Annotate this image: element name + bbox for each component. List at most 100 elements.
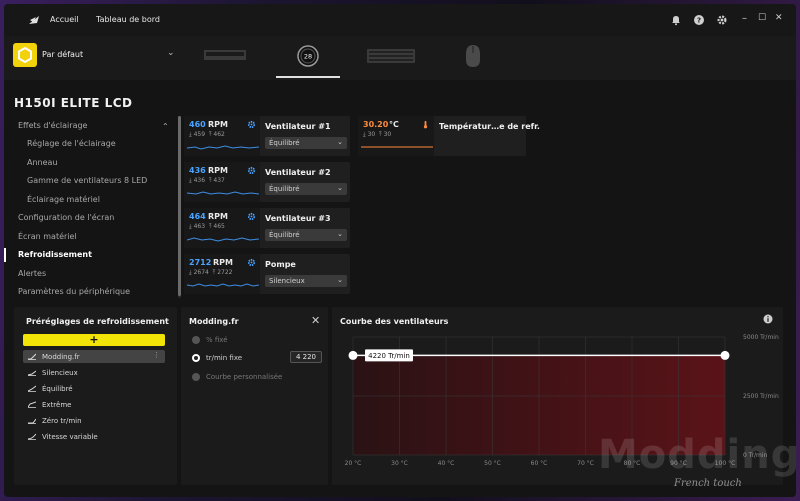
sidebar-scrollbar-thumb[interactable] [178,116,181,296]
preset-item[interactable]: Zéro tr/min [23,414,165,427]
profile-name[interactable]: Par défaut [42,50,83,59]
svg-text:?: ? [697,17,701,25]
preset-label: Modding.fr [42,353,80,361]
chevron-down-icon: ⌄ [337,230,343,238]
fan-card[interactable]: 460 RPM ⤓ 459 ⤒ 462 Ventilateur #1 Équil… [184,116,350,156]
preset-item[interactable]: Équilibré [23,382,165,395]
fan-rpm-value: 436 [189,166,206,175]
sidebar-item-hardware-lighting[interactable]: Éclairage matériel [27,195,100,204]
chevron-up-icon[interactable]: ⌃ [162,122,169,131]
preset-item[interactable]: Extrême [23,398,165,411]
sidebar-item-lighting-setup[interactable]: Réglage de l'éclairage [27,139,116,148]
app-window: Accueil Tableau de bord ? – ☐ ✕ Par défa… [4,4,796,497]
option-label: tr/min fixe [206,354,243,362]
pump-card[interactable]: 2712 RPM ⤓ 2674 ⤒ 2722 Pompe Silencieux ⌄ [184,254,350,294]
close-icon[interactable]: ✕ [311,314,320,327]
maximize-button[interactable]: ☐ [758,13,766,23]
fan-min-max: ⤓ 463 ⤒ 465 [189,223,225,230]
fan-mode-select[interactable]: Équilibré ⌄ [265,137,347,149]
more-options-icon[interactable]: ⋮ [153,351,160,359]
curve-point-end [720,350,730,360]
temperature-unit: °C [389,120,399,129]
radio-button[interactable] [192,336,200,344]
fan-rpm-value: 464 [189,212,206,221]
fan-name: Ventilateur #1 [265,122,331,131]
close-button[interactable]: ✕ [775,13,783,23]
x-tick-label: 70 °C [577,460,594,467]
bell-icon[interactable] [670,14,682,26]
sidebar-item-cooling[interactable]: Refroidissement [18,250,92,259]
info-icon[interactable] [763,314,773,324]
fan-rpm-unit: RPM [208,120,228,129]
gear-icon[interactable] [247,258,256,267]
fan-mode-select[interactable]: Équilibré ⌄ [265,229,347,241]
mouse-device-icon[interactable] [465,44,481,68]
fan-name: Ventilateur #2 [265,168,331,177]
thermometer-icon [423,120,428,129]
fan-mode-value: Équilibré [269,185,300,193]
active-device-indicator [276,76,340,78]
curve-panel-title: Courbe des ventilateurs [340,317,449,326]
pump-sparkline [187,283,259,287]
x-tick-label: 40 °C [438,460,455,467]
fan-card-readout: 436 RPM ⤓ 436 ⤒ 437 [184,162,260,202]
top-bar: Accueil Tableau de bord ? – ☐ ✕ [4,4,796,36]
chevron-down-icon: ⌄ [337,184,343,192]
radio-button-selected[interactable] [192,354,200,362]
preset-label: Extrême [42,401,72,409]
temperature-card[interactable]: 30.20 °C ⤓ 30 ⤒ 30 Températur…e de refr. [358,116,540,156]
watermark-logo: Modding.fr [598,432,796,478]
curve-icon [28,401,36,408]
x-tick-label: 50 °C [484,460,501,467]
sidebar-item-hardware-screen[interactable]: Écran matériel [18,232,77,241]
temperature-max: 30 [383,131,392,138]
sidebar-item-alerts[interactable]: Alertes [18,269,46,278]
fan-rpm-unit: RPM [208,212,228,221]
fan-card[interactable]: 436 RPM ⤓ 436 ⤒ 437 Ventilateur #2 Équil… [184,162,350,202]
pump-min-max: ⤓ 2674 ⤒ 2722 [189,269,233,276]
x-tick-label: 60 °C [531,460,548,467]
add-preset-button[interactable]: + [23,334,165,346]
gear-icon[interactable] [247,212,256,221]
temperature-card-readout: 30.20 °C ⤓ 30 ⤒ 30 [358,116,434,156]
gear-icon[interactable] [247,166,256,175]
sidebar-item-fan-led-range[interactable]: Gamme de ventilateurs 8 LED [27,176,147,185]
preset-item[interactable]: Modding.fr ⋮ [23,350,165,363]
sidebar-item-screen-config[interactable]: Configuration de l'écran [18,213,114,222]
gear-icon[interactable] [716,14,728,26]
chevron-down-icon: ⌄ [337,138,343,146]
curve-icon [28,370,36,376]
sidebar-item-lighting-effects[interactable]: Effets d'éclairage [18,121,87,130]
fan-mode-select[interactable]: Équilibré ⌄ [265,183,347,195]
memory-device-icon[interactable] [202,48,248,62]
y-tick-label: 2500 Tr/min [743,393,779,400]
temperature-min-max: ⤓ 30 ⤒ 30 [363,131,392,138]
rpm-value-input[interactable]: 4 220 [290,351,322,363]
minimize-button[interactable]: – [742,13,747,24]
profile-icon[interactable] [13,43,37,67]
preset-item[interactable]: Vitesse variable [23,430,165,443]
fan-card-readout: 460 RPM ⤓ 459 ⤒ 462 [184,116,260,156]
fan-card[interactable]: 464 RPM ⤓ 463 ⤒ 465 Ventilateur #3 Équil… [184,208,350,248]
pump-mode-select[interactable]: Silencieux ⌄ [265,275,347,287]
keyboard-device-icon[interactable] [366,48,416,64]
sidebar-item-ring[interactable]: Anneau [27,158,58,167]
sidebar-item-device-settings[interactable]: Paramètres du périphérique [18,287,130,296]
chevron-down-icon[interactable]: ⌄ [167,48,175,58]
preset-item[interactable]: Silencieux [23,366,165,379]
gear-icon[interactable] [247,120,256,129]
pump-rpm-unit: RPM [213,258,233,267]
radio-button[interactable] [192,373,200,381]
nav-dashboard[interactable]: Tableau de bord [96,15,160,24]
help-icon[interactable]: ? [693,14,705,26]
lcd-cooler-device-icon[interactable]: 28 [296,44,320,68]
pump-max: 2722 [217,269,233,276]
device-title: H150I ELITE LCD [14,96,133,110]
pump-card-readout: 2712 RPM ⤓ 2674 ⤒ 2722 [184,254,260,294]
presets-title: Préréglages de refroidissement [26,317,169,326]
fan-min-max: ⤓ 459 ⤒ 462 [189,131,225,138]
fan-max: 437 [213,177,225,184]
nav-home[interactable]: Accueil [50,15,79,24]
preset-label: Silencieux [42,369,78,377]
curve-icon [28,353,36,360]
